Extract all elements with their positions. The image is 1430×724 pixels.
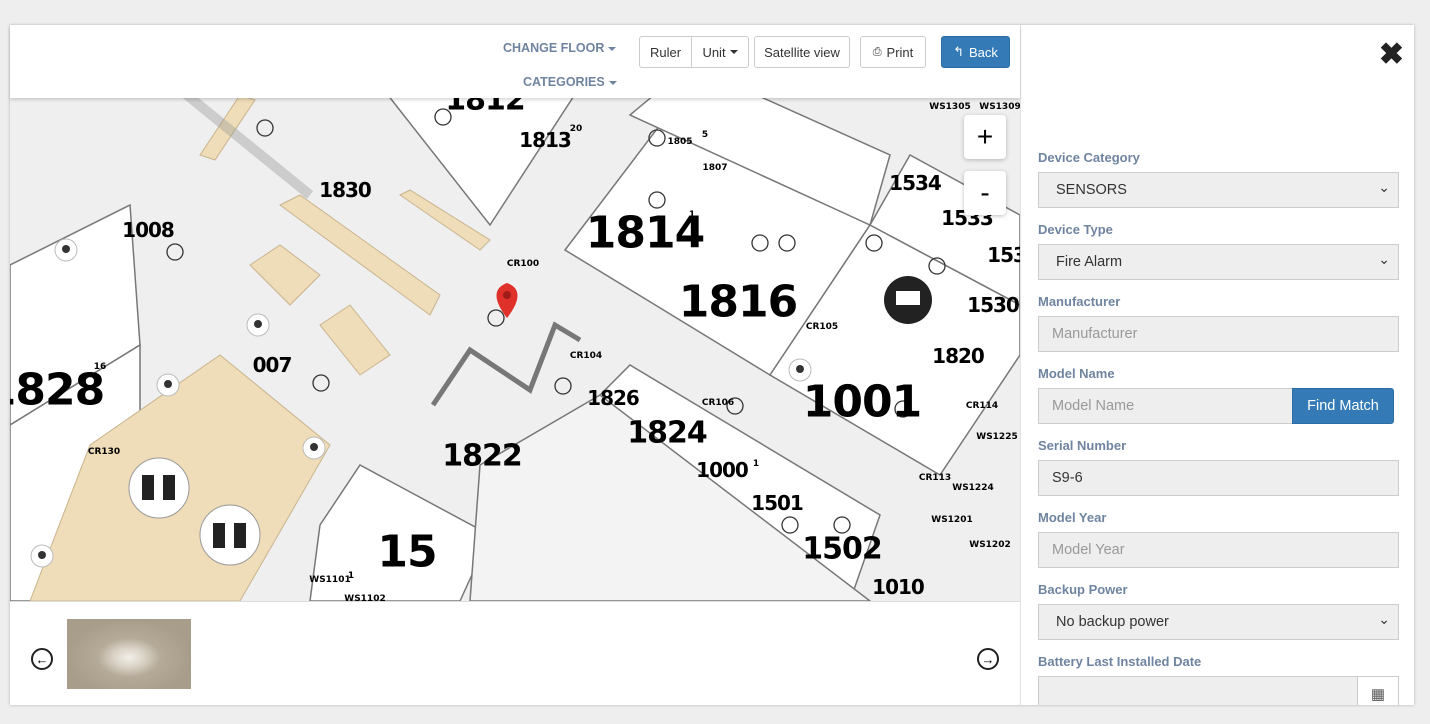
room-label: 1530 [967, 293, 1019, 317]
area-label: CR114 [966, 401, 998, 411]
area-label: WS1309 [979, 102, 1020, 112]
backup-power-label: Backup Power [1038, 582, 1128, 597]
room-label: 1824 [627, 416, 707, 451]
calendar-icon[interactable]: ▦ [1357, 676, 1399, 705]
room-label: 1010 [872, 575, 924, 599]
model-name-label: Model Name [1038, 366, 1115, 381]
room-label: 1816 [679, 277, 797, 328]
area-label: WS1201 [931, 515, 972, 525]
area-label: CR113 [919, 473, 951, 483]
categories-label: CATEGORIES [523, 75, 605, 89]
unit-dropdown[interactable]: Unit [691, 36, 749, 68]
device-category-label: Device Category [1038, 150, 1140, 165]
room-label: 1820 [932, 344, 984, 368]
satellite-view-button[interactable]: Satellite view [754, 36, 850, 68]
model-year-input[interactable]: Model Year [1038, 532, 1399, 568]
reply-arrow-icon: ↰ [953, 44, 964, 60]
print-button[interactable]: ⎙ Print [860, 36, 926, 68]
room-label: 16 [94, 362, 107, 372]
room-label: 1 [753, 459, 759, 469]
restroom-icon [200, 505, 260, 565]
area-label: WS1102 [344, 594, 385, 601]
device-photo-thumbnail[interactable] [67, 619, 191, 689]
room-label: 1826 [587, 386, 639, 410]
find-match-button[interactable]: Find Match [1292, 388, 1394, 424]
room-label: 007 [253, 353, 292, 377]
area-label: WS1224 [952, 483, 993, 493]
area-label: WS1305 [929, 102, 970, 112]
room-label: 1830 [319, 178, 371, 202]
area-label: WS1202 [969, 540, 1010, 550]
area-label: CR100 [507, 259, 539, 269]
room-label: 20 [570, 124, 583, 134]
manufacturer-input[interactable]: Manufacturer [1038, 316, 1399, 352]
room-label: 1813 [519, 128, 571, 152]
zoom-out-button[interactable]: - [964, 171, 1006, 215]
room-label: 1807 [702, 163, 727, 173]
room-label: 1501 [751, 491, 803, 515]
change-floor-dropdown[interactable]: CHANGE FLOOR [503, 41, 616, 55]
photo-strip: ← → [10, 601, 1020, 705]
selected-device-pin [497, 283, 518, 318]
restroom-icon [129, 458, 189, 518]
caret-down-icon [609, 81, 617, 85]
unit-label: Unit [702, 45, 725, 60]
device-type-label: Device Type [1038, 222, 1113, 237]
previous-photo-arrow-icon[interactable]: ← [31, 648, 53, 670]
caret-down-icon [730, 50, 738, 54]
room-label: 1805 [667, 137, 692, 147]
room-label: 15 [377, 527, 436, 578]
backup-power-select[interactable]: No backup power [1038, 604, 1399, 640]
room-label: 1000 [696, 458, 748, 482]
area-label: WS1101 [309, 575, 350, 585]
area-label: CR106 [702, 398, 734, 408]
area-label: CR105 [806, 322, 838, 332]
device-category-select[interactable]: SENSORS [1038, 172, 1399, 208]
room-label: 1008 [122, 218, 174, 242]
manufacturer-label: Manufacturer [1038, 294, 1120, 309]
next-photo-arrow-icon[interactable]: → [977, 648, 999, 670]
change-floor-label: CHANGE FLOOR [503, 41, 604, 55]
print-icon: ⎙ [873, 46, 882, 59]
room-label: 1828 [10, 365, 104, 416]
room-label: 1814 [586, 208, 704, 259]
categories-dropdown[interactable]: CATEGORIES [523, 75, 617, 89]
room-label: 1 [689, 210, 695, 220]
room-label: 5 [702, 130, 708, 140]
back-button[interactable]: ↰ Back [941, 36, 1010, 68]
model-year-label: Model Year [1038, 510, 1106, 525]
floor-plan-app: 1812181318051807183010081814181615341533… [10, 25, 1414, 705]
print-label: Print [887, 45, 914, 60]
room-label: 1502 [802, 532, 882, 567]
ruler-button[interactable]: Ruler [639, 36, 692, 68]
room-label: 1822 [442, 439, 522, 474]
device-details-panel: ✖ Device Category SENSORS Device Type Fi… [1020, 25, 1414, 705]
map-toolbar: CHANGE FLOOR CATEGORIES Ruler Unit Satel… [10, 25, 1020, 98]
back-label: Back [969, 45, 998, 60]
area-label: CR130 [88, 447, 120, 457]
room-label: 1001 [803, 377, 921, 428]
serial-number-label: Serial Number [1038, 438, 1126, 453]
close-icon[interactable]: ✖ [1379, 37, 1404, 72]
area-label: WS1225 [976, 432, 1017, 442]
zoom-in-button[interactable]: + [964, 115, 1006, 159]
caret-down-icon [608, 47, 616, 51]
serial-number-input[interactable]: S9-6 [1038, 460, 1399, 496]
model-name-input[interactable]: Model Name [1038, 388, 1293, 424]
device-type-select[interactable]: Fire Alarm [1038, 244, 1399, 280]
area-label: CR104 [570, 351, 602, 361]
floor-map[interactable]: 1812181318051807183010081814181615341533… [10, 25, 1020, 601]
battery-date-label: Battery Last Installed Date [1038, 654, 1201, 669]
battery-date-input[interactable] [1038, 676, 1358, 705]
room-label: 1531 [987, 243, 1020, 267]
room-label: 1534 [889, 171, 941, 195]
